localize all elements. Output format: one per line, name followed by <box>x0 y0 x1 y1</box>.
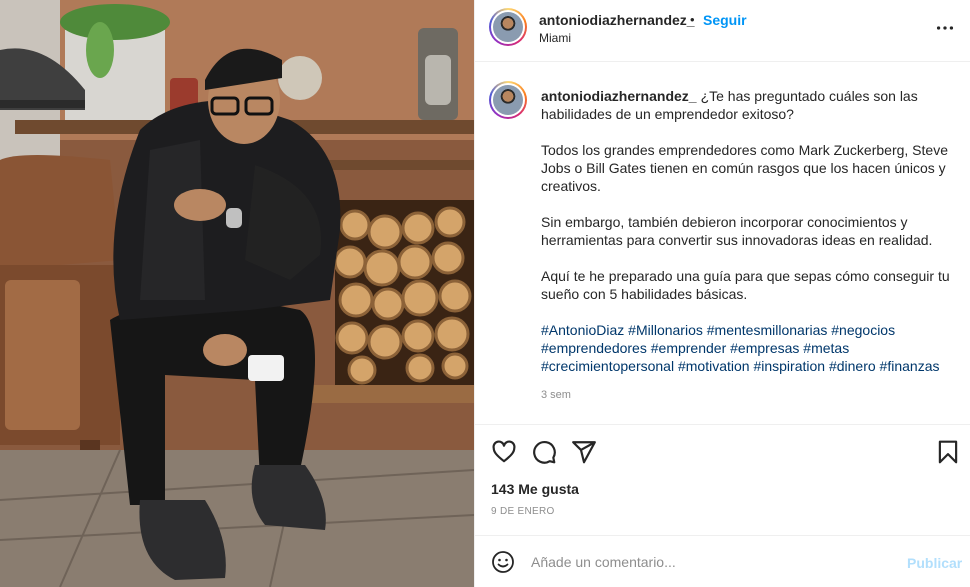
comment-bar: Publicar <box>475 535 970 587</box>
post-date[interactable]: 9 DE ENERO <box>491 506 555 517</box>
hashtag-link[interactable]: #dinero <box>829 358 876 374</box>
more-horizontal-icon[interactable] <box>933 17 957 39</box>
hashtag-link[interactable]: #emprendedores <box>541 340 647 356</box>
post-header: antoniodiazhernandez_ • Seguir Miami <box>475 0 970 62</box>
author-username[interactable]: antoniodiazhernandez_ <box>539 12 695 28</box>
hashtag-link[interactable]: #negocios <box>831 322 895 338</box>
comment-icon[interactable] <box>531 439 557 465</box>
emoji-icon[interactable] <box>491 550 515 574</box>
comment-input[interactable] <box>531 551 891 573</box>
author-avatar[interactable] <box>489 8 527 46</box>
caption-text: antoniodiazhernandez_ ¿Te has preguntado … <box>541 87 956 375</box>
hashtag-link[interactable]: #metas <box>803 340 849 356</box>
hashtag-link[interactable]: #emprender <box>651 340 727 356</box>
hashtag-link[interactable]: #inspiration <box>753 358 825 374</box>
like-count[interactable]: 143 Me gusta <box>491 481 579 497</box>
post-side-panel: antoniodiazhernandez_ • Seguir Miami ant… <box>474 0 970 587</box>
bookmark-icon[interactable] <box>935 439 961 465</box>
caption-timestamp[interactable]: 3 sem <box>541 389 571 401</box>
hashtag-link[interactable]: #finanzas <box>880 358 940 374</box>
hashtag-link[interactable]: #motivation <box>678 358 750 374</box>
publish-button[interactable]: Publicar <box>907 555 962 571</box>
caption-section: antoniodiazhernandez_ ¿Te has preguntado … <box>475 63 970 423</box>
post-photo[interactable] <box>0 0 474 587</box>
caption-paragraph: Todos los grandes emprendedores como Mar… <box>541 142 948 194</box>
caption-paragraph: Sin embargo, también debieron incorporar… <box>541 214 933 248</box>
action-bar <box>475 424 970 476</box>
hashtag-link[interactable]: #Millonarios <box>628 322 703 338</box>
hashtag-link[interactable]: #empresas <box>730 340 799 356</box>
caption-paragraph: Aquí te he preparado una guía para que s… <box>541 268 950 302</box>
share-icon[interactable] <box>571 439 597 465</box>
follow-button[interactable]: Seguir <box>703 12 747 28</box>
hashtag-list: #AntonioDiaz #Millonarios #mentesmillona… <box>541 321 956 375</box>
hashtag-link[interactable]: #AntonioDiaz <box>541 322 624 338</box>
separator-dot: • <box>690 12 695 27</box>
avatar-image <box>493 12 523 42</box>
caption-username[interactable]: antoniodiazhernandez_ <box>541 88 697 104</box>
heart-icon[interactable] <box>491 439 517 465</box>
hashtag-link[interactable]: #crecimientopersonal <box>541 358 674 374</box>
avatar-image <box>493 85 523 115</box>
hashtag-link[interactable]: #mentesmillonarias <box>707 322 828 338</box>
caption-avatar[interactable] <box>489 81 527 119</box>
post-image <box>0 0 474 587</box>
post-location[interactable]: Miami <box>539 31 571 45</box>
